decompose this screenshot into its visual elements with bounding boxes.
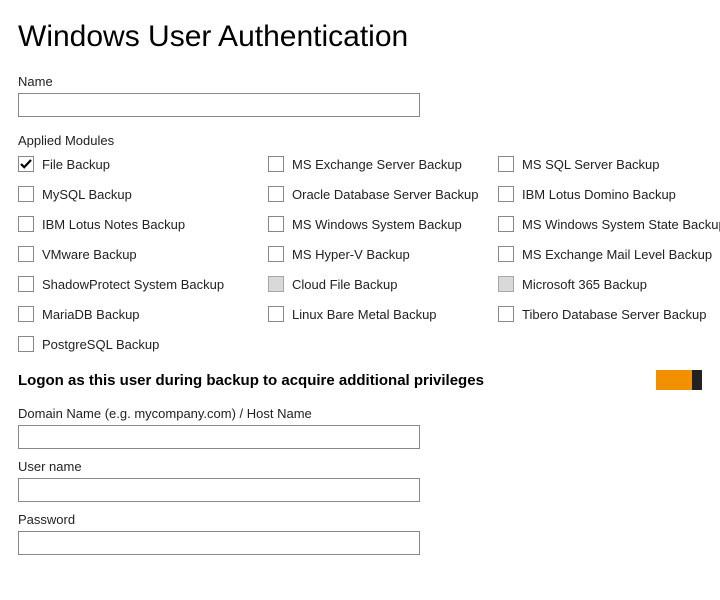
module-label: MS Exchange Mail Level Backup (522, 247, 712, 262)
module-checkbox-item[interactable]: Linux Bare Metal Backup (268, 304, 498, 324)
checkbox[interactable] (498, 246, 514, 262)
module-checkbox-item[interactable]: MariaDB Backup (18, 304, 268, 324)
module-checkbox-item[interactable]: MS Windows System State Backup (498, 214, 720, 234)
module-label: MariaDB Backup (42, 307, 140, 322)
module-label: MS Windows System State Backup (522, 217, 720, 232)
module-label: MS Hyper-V Backup (292, 247, 410, 262)
module-checkbox-item[interactable]: File Backup (18, 154, 268, 174)
checkbox[interactable] (268, 246, 284, 262)
module-checkbox-item[interactable]: IBM Lotus Domino Backup (498, 184, 720, 204)
checkbox[interactable] (498, 156, 514, 172)
modules-grid: File Backup MS Exchange Server Backup MS S… (18, 154, 702, 354)
module-label: Microsoft 365 Backup (522, 277, 647, 292)
module-checkbox-item[interactable]: PostgreSQL Backup (18, 334, 268, 354)
password-input[interactable] (18, 531, 420, 555)
checkbox[interactable] (498, 306, 514, 322)
module-label: IBM Lotus Notes Backup (42, 217, 185, 232)
username-label: User name (18, 459, 702, 474)
password-label: Password (18, 512, 702, 527)
applied-modules-label: Applied Modules (18, 133, 702, 148)
checkbox[interactable] (498, 186, 514, 202)
module-label: MS Windows System Backup (292, 217, 462, 232)
module-label: Linux Bare Metal Backup (292, 307, 437, 322)
checkbox[interactable] (498, 216, 514, 232)
module-label: MS SQL Server Backup (522, 157, 660, 172)
module-label: IBM Lotus Domino Backup (522, 187, 676, 202)
module-label: MySQL Backup (42, 187, 132, 202)
checkbox[interactable] (18, 156, 34, 172)
name-input[interactable] (18, 93, 420, 117)
check-icon (20, 158, 32, 170)
checkbox[interactable] (18, 306, 34, 322)
checkbox[interactable] (18, 186, 34, 202)
module-checkbox-item[interactable]: MS Hyper-V Backup (268, 244, 498, 264)
checkbox[interactable] (268, 306, 284, 322)
module-checkbox-item: Microsoft 365 Backup (498, 274, 720, 294)
checkbox[interactable] (18, 276, 34, 292)
module-label: Oracle Database Server Backup (292, 187, 478, 202)
checkbox (498, 276, 514, 292)
toggle-knob (692, 370, 702, 390)
domain-input[interactable] (18, 425, 420, 449)
module-label: Cloud File Backup (292, 277, 398, 292)
module-checkbox-item[interactable]: ShadowProtect System Backup (18, 274, 268, 294)
module-checkbox-item[interactable]: MS SQL Server Backup (498, 154, 720, 174)
module-checkbox-item[interactable]: Tibero Database Server Backup (498, 304, 720, 324)
module-label: ShadowProtect System Backup (42, 277, 224, 292)
module-label: File Backup (42, 157, 110, 172)
module-label: VMware Backup (42, 247, 137, 262)
username-input[interactable] (18, 478, 420, 502)
checkbox[interactable] (18, 336, 34, 352)
checkbox (268, 276, 284, 292)
checkbox[interactable] (18, 246, 34, 262)
checkbox[interactable] (268, 156, 284, 172)
module-checkbox-item[interactable]: Oracle Database Server Backup (268, 184, 498, 204)
logon-privileges-label: Logon as this user during backup to acqu… (18, 372, 484, 389)
module-label: MS Exchange Server Backup (292, 157, 462, 172)
module-label: PostgreSQL Backup (42, 337, 159, 352)
module-checkbox-item[interactable]: IBM Lotus Notes Backup (18, 214, 268, 234)
module-checkbox-item[interactable]: MS Exchange Server Backup (268, 154, 498, 174)
module-checkbox-item[interactable]: MS Exchange Mail Level Backup (498, 244, 720, 264)
checkbox[interactable] (18, 216, 34, 232)
module-label: Tibero Database Server Backup (522, 307, 707, 322)
logon-privileges-toggle[interactable] (656, 370, 702, 390)
module-checkbox-item[interactable]: VMware Backup (18, 244, 268, 264)
domain-label: Domain Name (e.g. mycompany.com) / Host … (18, 406, 702, 421)
module-checkbox-item: Cloud File Backup (268, 274, 498, 294)
page-title: Windows User Authentication (18, 20, 702, 54)
module-checkbox-item[interactable]: MySQL Backup (18, 184, 268, 204)
checkbox[interactable] (268, 216, 284, 232)
module-checkbox-item[interactable]: MS Windows System Backup (268, 214, 498, 234)
checkbox[interactable] (268, 186, 284, 202)
name-label: Name (18, 74, 702, 89)
